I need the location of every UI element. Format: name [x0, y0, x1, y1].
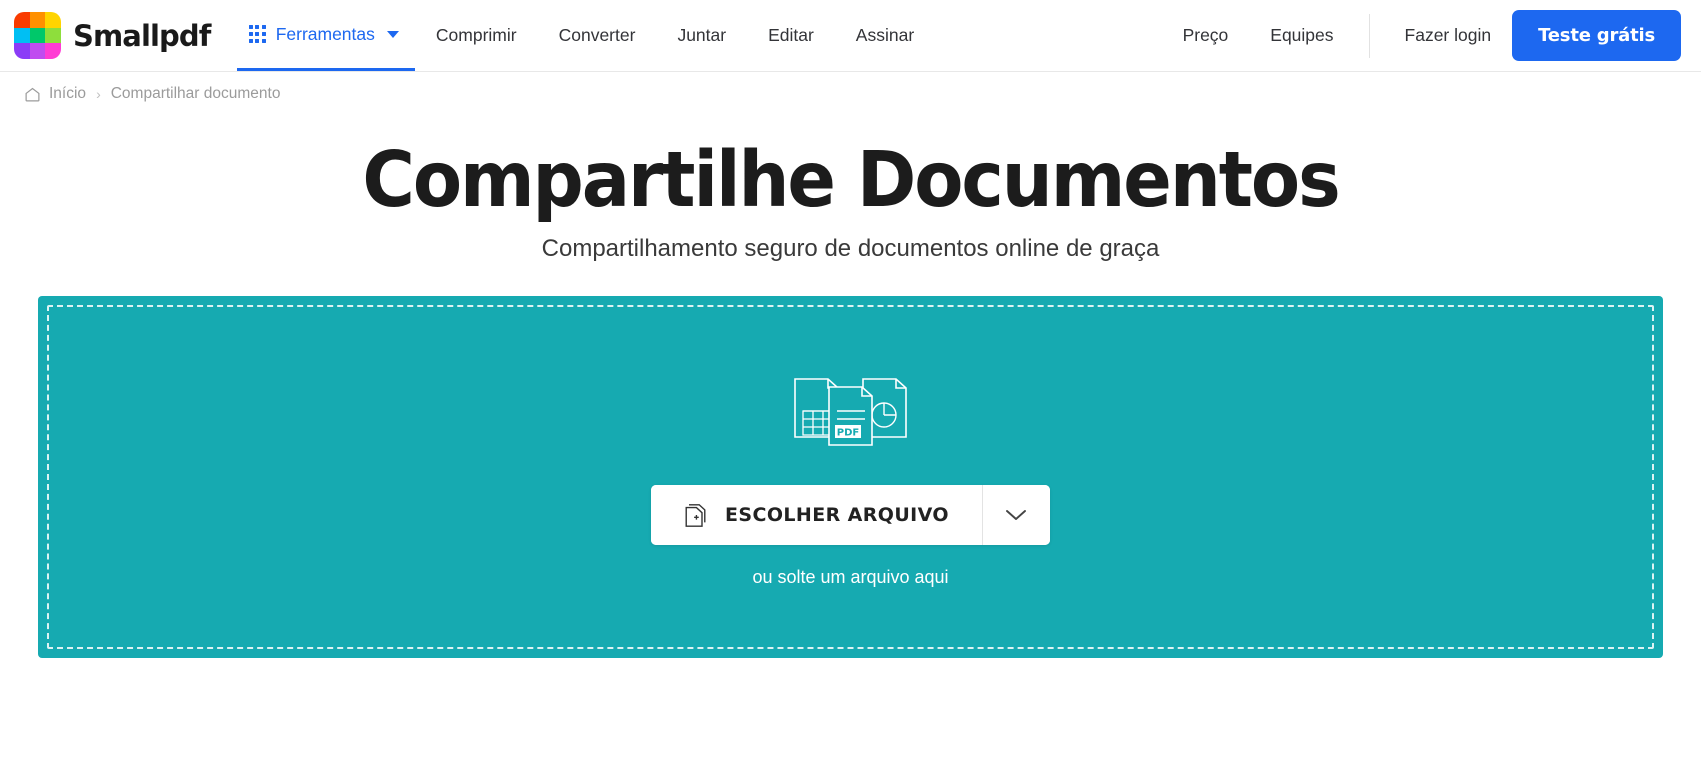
nav-item-assinar[interactable]: Assinar [835, 0, 935, 71]
nav-item-converter[interactable]: Converter [538, 0, 657, 71]
file-dropzone-container[interactable]: PDF ESCOLHER ARQUIVO ou solte um arquivo… [38, 296, 1663, 659]
nav-item-ferramentas[interactable]: Ferramentas [236, 0, 415, 71]
secondary-nav: Preço Equipes Fazer login Teste grátis [1162, 0, 1681, 71]
nav-item-equipes[interactable]: Equipes [1249, 0, 1354, 71]
choose-file-control: ESCOLHER ARQUIVO [651, 484, 1050, 545]
breadcrumb: Início › Compartilhar documento [0, 72, 1701, 103]
smallpdf-logo-icon [14, 12, 61, 59]
drop-hint-text: ou solte um arquivo aqui [752, 566, 949, 587]
page-subtitle: Compartilhamento seguro de documentos on… [541, 235, 1160, 263]
chevron-down-icon [1006, 510, 1027, 521]
choose-file-label: ESCOLHER ARQUIVO [725, 503, 949, 526]
chevron-down-icon [386, 30, 399, 38]
svg-text:PDF: PDF [836, 427, 858, 438]
home-icon [25, 87, 40, 101]
file-dropzone[interactable]: PDF ESCOLHER ARQUIVO ou solte um arquivo… [47, 305, 1654, 650]
nav-divider [1368, 13, 1370, 58]
primary-nav: Ferramentas Comprimir Converter Juntar E… [236, 0, 936, 71]
top-header: Smallpdf Ferramentas Comprimir Converter… [0, 0, 1701, 72]
choose-file-dropdown-button[interactable] [981, 484, 1050, 545]
breadcrumb-home-link[interactable]: Início [49, 85, 86, 103]
nav-item-preco[interactable]: Preço [1162, 0, 1250, 71]
nav-item-comprimir[interactable]: Comprimir [415, 0, 538, 71]
documents-stack-icon: PDF [793, 377, 907, 446]
choose-file-button[interactable]: ESCOLHER ARQUIVO [651, 484, 982, 545]
nav-item-editar[interactable]: Editar [747, 0, 835, 71]
brand-logo-link[interactable]: Smallpdf [14, 12, 211, 59]
login-link[interactable]: Fazer login [1384, 0, 1513, 71]
grid-dots-icon [248, 25, 266, 43]
free-trial-button[interactable]: Teste grátis [1512, 10, 1681, 61]
brand-name: Smallpdf [73, 18, 211, 53]
nav-item-ferramentas-label: Ferramentas [275, 23, 375, 44]
breadcrumb-separator: › [96, 86, 101, 102]
file-plus-icon [685, 503, 706, 527]
page-title: Compartilhe Documentos [362, 136, 1340, 225]
nav-item-juntar[interactable]: Juntar [656, 0, 747, 71]
breadcrumb-current: Compartilhar documento [110, 85, 281, 102]
